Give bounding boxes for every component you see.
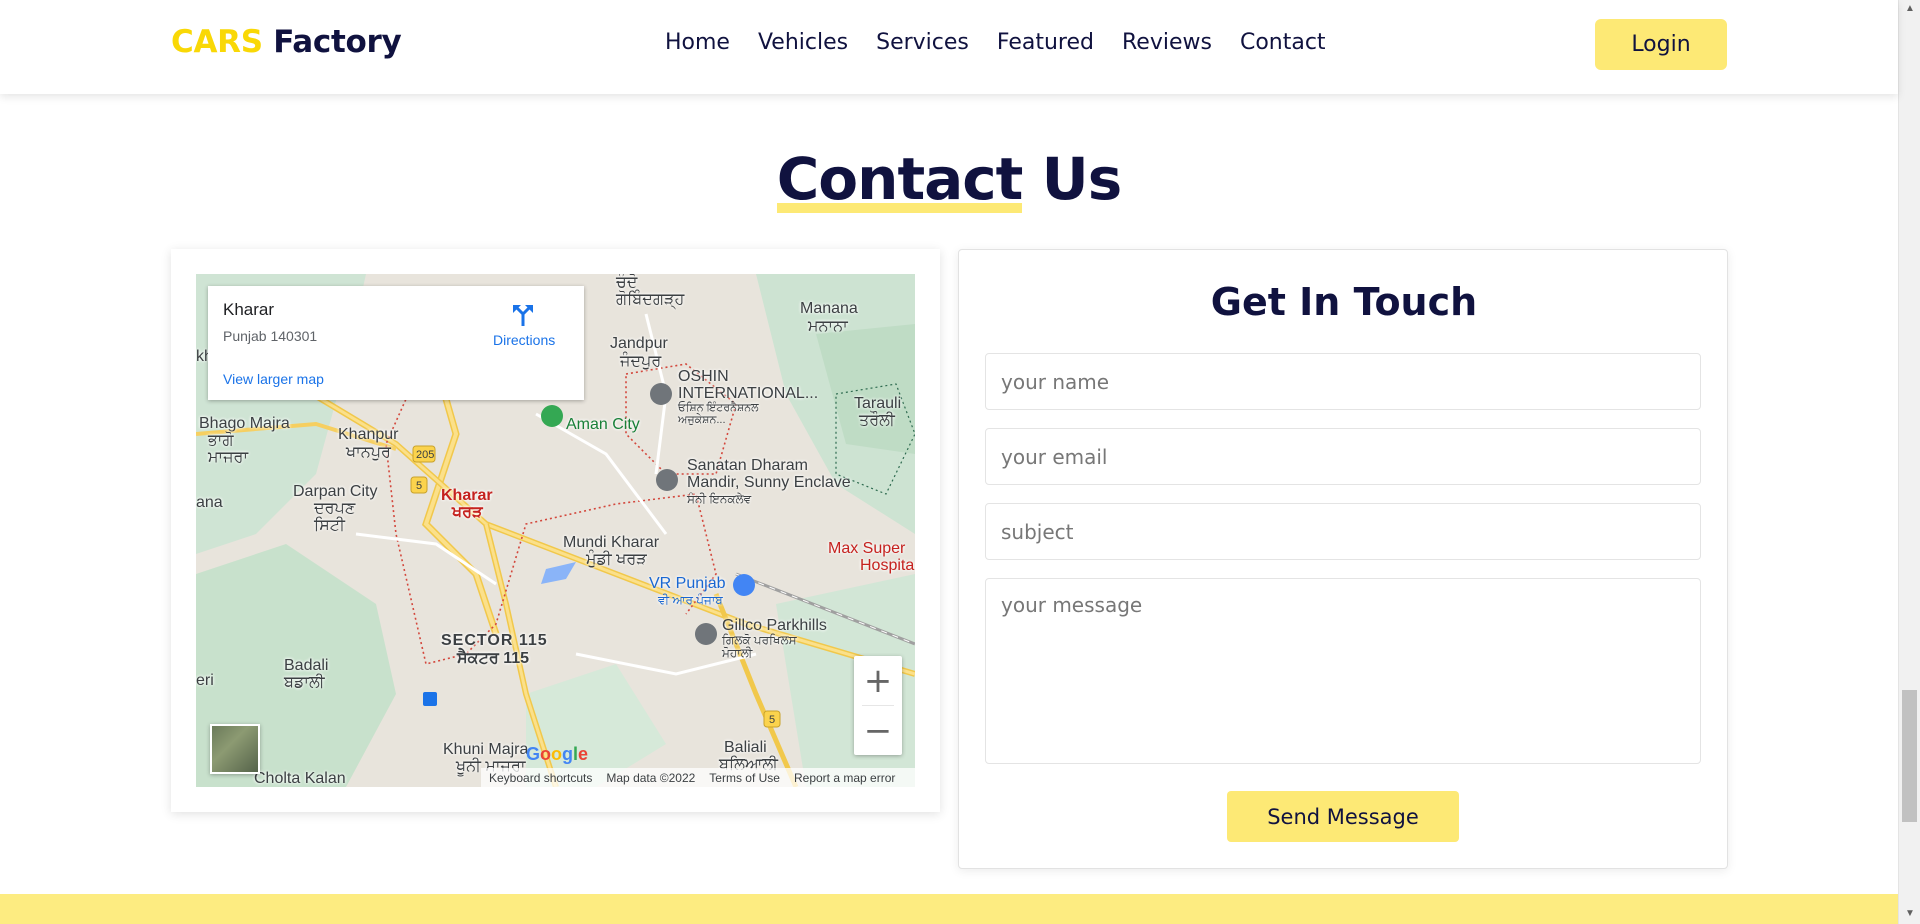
- map-place: Max Super: [828, 540, 906, 557]
- form-title: Get In Touch: [1210, 280, 1478, 324]
- nav-featured[interactable]: Featured: [997, 30, 1094, 55]
- map-place: Mandir, Sunny Enclave: [687, 474, 851, 491]
- map-place: ana: [196, 494, 223, 511]
- name-input[interactable]: [985, 353, 1701, 410]
- embedded-map[interactable]: ਚੰਦੋ ਗੋਬਿੰਦਗੜ੍ਹ Manana ਮਨਾਨਾ Jandpur ਜੰਦ…: [196, 274, 915, 787]
- subject-input[interactable]: [985, 503, 1701, 560]
- logo-main: Factory: [273, 24, 402, 60]
- info-address: Punjab 140301: [223, 328, 318, 344]
- send-message-button[interactable]: Send Message: [1227, 791, 1459, 842]
- map-place: eri: [196, 672, 214, 689]
- google-letter: e: [578, 744, 589, 764]
- section-heading: Contact Us: [0, 145, 1898, 213]
- map-footer: Keyboard shortcuts Map data ©2022 Terms …: [481, 768, 915, 787]
- map-place: ਬਡਾਲੀ: [284, 674, 325, 691]
- heading-rest: Us: [1041, 145, 1123, 213]
- map-place: ਖਰੜ: [452, 504, 483, 521]
- map-place: Manana: [800, 300, 858, 317]
- footer-band: [0, 894, 1898, 924]
- map-data-label: Map data ©2022: [606, 770, 696, 785]
- view-larger-map-link[interactable]: View larger map: [223, 371, 324, 387]
- route-shield: 5: [769, 714, 776, 726]
- info-title: Kharar: [223, 300, 275, 319]
- map-place: ਗਿਲਕੋ ਪਰਖਿਲਸ ਮੋਹਾਲੀ: [722, 633, 797, 660]
- map-place: ਦਰਪਣ ਸਿਟੀ: [314, 500, 356, 534]
- satellite-toggle[interactable]: [210, 724, 260, 774]
- map-place: Badali: [284, 657, 329, 674]
- map-place: VR Punjab: [649, 575, 726, 592]
- map-place: ਚੰਦੋ ਗੋਬਿੰਦਗੜ੍ਹ: [616, 274, 685, 308]
- nav-vehicles[interactable]: Vehicles: [758, 30, 848, 55]
- map-place: ਸੰਨੀ ਇਨਕਲੇਵ: [687, 492, 752, 506]
- google-letter: g: [562, 744, 574, 764]
- report-error-link[interactable]: Report a map error: [794, 771, 895, 785]
- map-place: Aman City: [566, 416, 640, 433]
- map-place: ਵੀ ਆਰ ਪੰਜਾਬ: [658, 593, 723, 607]
- google-letter: o: [551, 744, 563, 764]
- terms-link[interactable]: Terms of Use: [709, 771, 780, 785]
- directions-label[interactable]: Directions: [493, 332, 555, 348]
- contact-form: Get In Touch Send Message: [958, 249, 1728, 869]
- scroll-up-arrow-icon[interactable]: ▲: [1905, 3, 1915, 14]
- nav-contact[interactable]: Contact: [1240, 30, 1326, 55]
- logo[interactable]: CARS Factory: [171, 24, 402, 60]
- nav-home[interactable]: Home: [665, 30, 730, 55]
- map-place: Kharar: [441, 487, 493, 504]
- map-place: ਖਾਨਪੁਰ: [346, 444, 391, 461]
- google-letter: G: [526, 744, 541, 764]
- map-place: Jandpur: [610, 335, 668, 352]
- zoom-out-button[interactable]: −: [854, 706, 902, 755]
- logo-accent: CARS: [171, 24, 263, 60]
- map-place: Baliali: [724, 739, 767, 756]
- page-scrollbar[interactable]: ▲ ▼: [1898, 0, 1920, 924]
- map-place: ਮਨਾਨਾ: [808, 318, 848, 335]
- scroll-thumb[interactable]: [1902, 690, 1917, 822]
- zoom-in-button[interactable]: +: [854, 656, 902, 705]
- map-place: Khuni Majra: [443, 741, 529, 758]
- map-place: ਤਰੌਲੀ: [859, 412, 895, 429]
- map-info-box: Kharar Punjab 140301 View larger map Dir…: [208, 286, 584, 400]
- map-place: INTERNATIONAL...: [678, 385, 819, 402]
- map-place: Tarauli: [854, 395, 902, 412]
- directions-icon[interactable]: [510, 302, 536, 328]
- route-shield: 205: [416, 449, 435, 461]
- map-place: Sanatan Dharam: [687, 457, 808, 474]
- nav-reviews[interactable]: Reviews: [1122, 30, 1212, 55]
- site-header: CARS Factory Home Vehicles Services Feat…: [0, 0, 1898, 94]
- map-place: Hospita: [860, 557, 915, 574]
- map-place: ਮੁੰਡੀ ਖਰੜ: [586, 551, 647, 568]
- zoom-control: + −: [854, 656, 902, 755]
- map-place: ਸੈਕਟਰ 115: [457, 650, 530, 667]
- map-place: Khanpur: [338, 426, 399, 443]
- heading-highlight: Contact: [776, 145, 1023, 213]
- google-letter: o: [540, 744, 552, 764]
- message-textarea[interactable]: [985, 578, 1701, 764]
- login-button[interactable]: Login: [1595, 19, 1727, 70]
- email-input[interactable]: [985, 428, 1701, 485]
- map-place: SECTOR 115: [441, 632, 548, 649]
- map-place: Cholta Kalan: [254, 770, 346, 787]
- keyboard-shortcuts-link[interactable]: Keyboard shortcuts: [489, 771, 592, 785]
- map-place: Mundi Kharar: [563, 534, 660, 551]
- map-place: ਜੰਦਪੁਰ: [620, 353, 662, 370]
- map-place: Darpan City: [293, 483, 378, 500]
- main-nav: Home Vehicles Services Featured Reviews …: [665, 30, 1354, 55]
- route-shield: 5: [416, 480, 423, 492]
- map-card: ਚੰਦੋ ਗੋਬਿੰਦਗੜ੍ਹ Manana ਮਨਾਨਾ Jandpur ਜੰਦ…: [171, 249, 940, 812]
- page: CARS Factory Home Vehicles Services Feat…: [0, 0, 1920, 924]
- google-logo: Google: [526, 744, 588, 765]
- nav-services[interactable]: Services: [876, 30, 969, 55]
- map-place: ਭਾਗੋ ਮਾਜਰਾ: [208, 432, 249, 466]
- map-place: Gillco Parkhills: [722, 617, 827, 634]
- map-place: Bhago Majra: [199, 415, 290, 432]
- scroll-down-arrow-icon[interactable]: ▼: [1905, 908, 1915, 919]
- map-place: ਓਸ਼ਿਨ ਇੰਟਰਨੈਸ਼ਨਲ ਅਜੁਕੇਸ਼ਨ...: [678, 402, 759, 426]
- map-place: OSHIN: [678, 368, 729, 385]
